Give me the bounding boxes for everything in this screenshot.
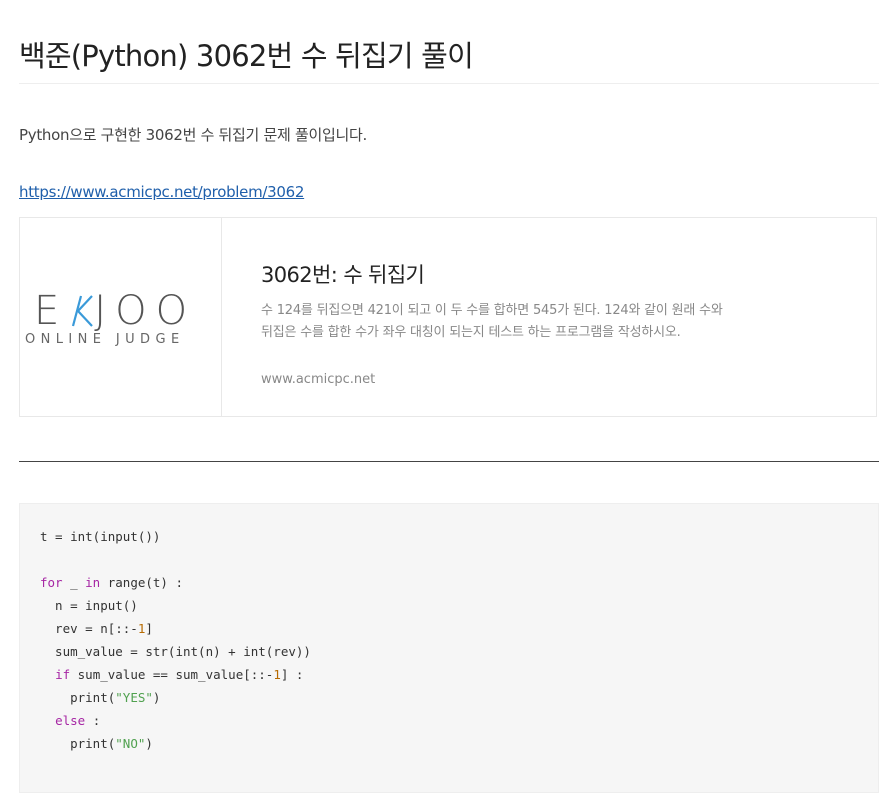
card-thumbnail: E JOO ONLINE JUDGE: [20, 218, 222, 416]
code-token: ): [152, 690, 161, 705]
code-token: sum_value == sum_value[::-: [70, 667, 274, 682]
code-line: for _ in range(t) :: [40, 571, 858, 594]
code-token: in: [85, 575, 101, 590]
code-token: :: [85, 713, 101, 728]
code-line: n = input(): [40, 594, 858, 617]
ekjoo-logo: E JOO: [34, 288, 196, 334]
code-token: else: [55, 713, 86, 728]
code-line: rev = n[::-1]: [40, 617, 858, 640]
card-description: 수 124를 뒤집으면 421이 되고 이 두 수를 합하면 545가 된다. …: [261, 303, 723, 340]
logo-subtitle: ONLINE JUDGE: [25, 332, 185, 347]
code-token: ): [145, 736, 153, 751]
code-token: print(: [40, 736, 116, 751]
problem-link[interactable]: https://www.acmicpc.net/problem/3062: [19, 183, 304, 201]
code-token: rev = n[::-: [40, 621, 138, 636]
intro-paragraph: Python으로 구현한 3062번 수 뒤집기 문제 풀이입니다.: [19, 126, 367, 144]
code-token: if: [55, 667, 71, 682]
logo-letters-joo: JOO: [94, 288, 197, 334]
code-line: t = int(input()): [40, 525, 858, 548]
code-line: print("NO"): [40, 732, 858, 755]
link-preview-card[interactable]: E JOO ONLINE JUDGE 3062번: 수 뒤집기 수 124를 뒤…: [19, 217, 877, 417]
code-token: ] :: [280, 667, 304, 682]
code-line: print("YES"): [40, 686, 858, 709]
code-token: "NO": [115, 736, 146, 751]
code-token: n = input(): [40, 598, 138, 613]
code-line: else :: [40, 709, 858, 732]
code-token: range(t) :: [100, 575, 184, 590]
code-line: if sum_value == sum_value[::-1] :: [40, 663, 858, 686]
card-title: 3062번: 수 뒤집기: [261, 263, 425, 287]
code-token: for: [40, 575, 63, 590]
code-block: t = int(input()) for _ in range(t) : n = …: [19, 503, 879, 793]
code-token: "YES": [115, 690, 153, 705]
code-token: print(: [40, 690, 116, 705]
code-token: _: [62, 575, 86, 590]
code-token: 1: [273, 667, 281, 682]
logo-k-mark: [68, 294, 94, 328]
horizontal-rule: [19, 461, 879, 462]
code-line: sum_value = str(int(n) + int(rev)): [40, 640, 858, 663]
page-title: 백준(Python) 3062번 수 뒤집기 풀이: [19, 39, 474, 74]
code-token: ]: [145, 621, 153, 636]
title-divider: [19, 83, 879, 84]
card-domain: www.acmicpc.net: [261, 372, 376, 387]
code-token: t = int(input()): [40, 529, 161, 544]
code-token: sum_value = str(int(n) + int(rev)): [40, 644, 311, 659]
logo-letter-e: E: [34, 288, 69, 334]
